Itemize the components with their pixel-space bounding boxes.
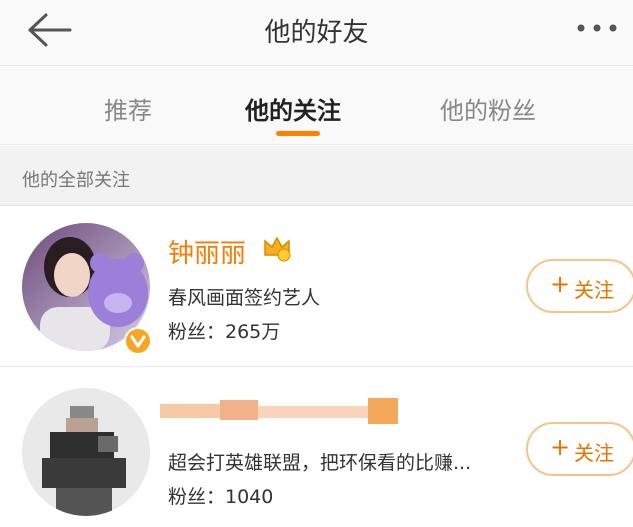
more-dots-icon bbox=[577, 24, 617, 32]
page-title: 他的好友 bbox=[264, 18, 369, 48]
user-description: 超会打英雄联盟，把环保看的比赚... bbox=[168, 452, 472, 474]
tab-recommended[interactable]: 推荐 bbox=[104, 91, 152, 126]
user-description: 春风画面签约艺人 bbox=[168, 287, 321, 309]
list-item[interactable]: 钟丽丽 春风画面签约艺人 粉丝：265万 + 关注 bbox=[0, 207, 633, 367]
follow-button[interactable]: + 关注 bbox=[526, 422, 633, 476]
vip-badge bbox=[262, 233, 292, 263]
follow-label: 关注 bbox=[574, 441, 614, 465]
verified-v-icon bbox=[130, 335, 146, 348]
tab-followers[interactable]: 他的粉丝 bbox=[440, 91, 536, 126]
avatar[interactable] bbox=[22, 388, 150, 516]
tab-following[interactable]: 他的关注 bbox=[245, 91, 341, 126]
pixelated-avatar-image bbox=[22, 388, 150, 516]
fan-count: 粉丝：1040 bbox=[168, 486, 274, 508]
plus-icon: + bbox=[550, 270, 571, 298]
blurred-user-name[interactable] bbox=[160, 398, 404, 424]
plus-icon: + bbox=[550, 433, 571, 461]
top-nav-bar: 他的好友 bbox=[0, 0, 633, 66]
active-tab-indicator bbox=[276, 131, 320, 136]
section-header: 他的全部关注 bbox=[0, 146, 633, 206]
list-item[interactable]: 超会打英雄联盟，把环保看的比赚... 粉丝：1040 + 关注 bbox=[0, 368, 633, 527]
pixelated-name-image bbox=[160, 398, 398, 424]
crown-vip-icon bbox=[264, 236, 291, 262]
fan-count: 粉丝：265万 bbox=[168, 321, 281, 343]
user-name[interactable]: 钟丽丽 bbox=[168, 233, 246, 270]
follow-label: 关注 bbox=[574, 278, 614, 302]
follow-button[interactable]: + 关注 bbox=[526, 259, 633, 313]
verified-badge bbox=[124, 327, 152, 355]
more-button[interactable] bbox=[575, 18, 619, 38]
section-title: 他的全部关注 bbox=[22, 170, 130, 191]
